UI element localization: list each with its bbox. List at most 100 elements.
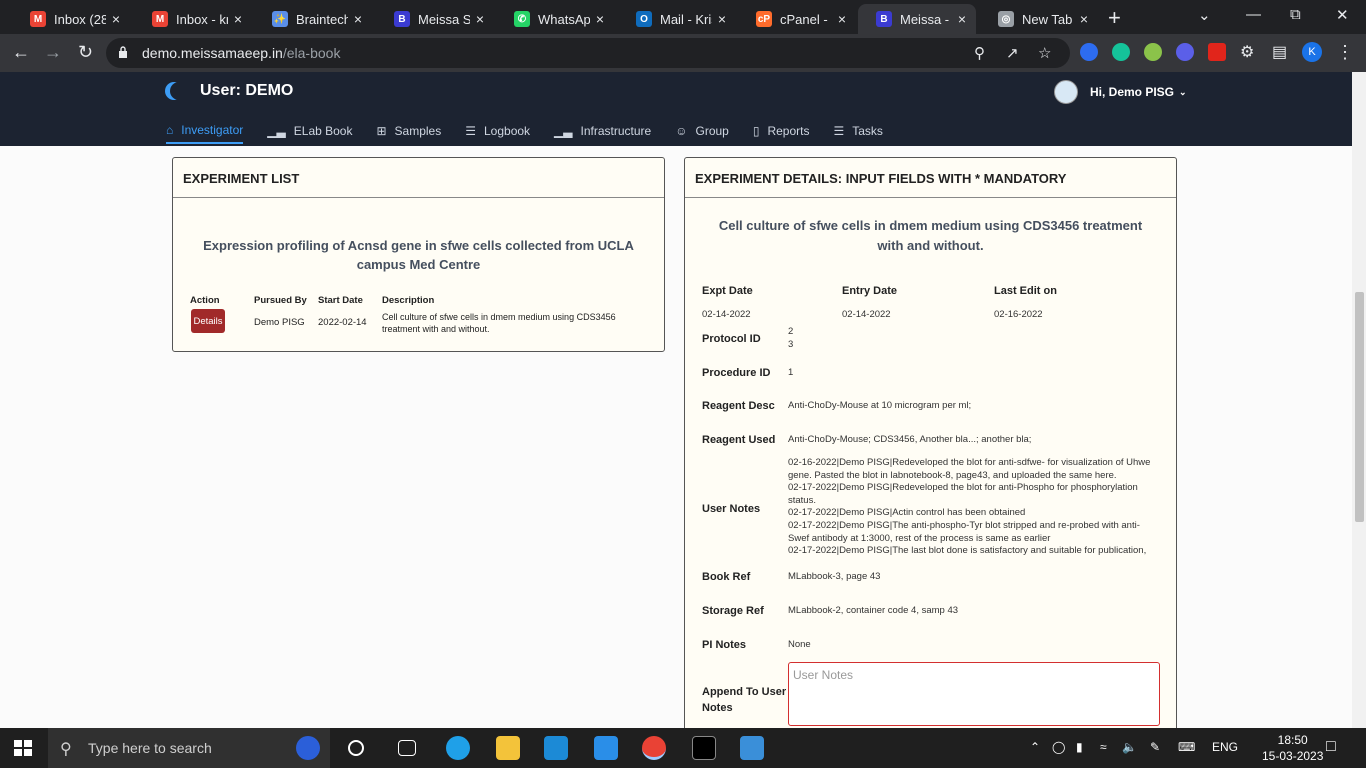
description-cell: Cell culture of sfwe cells in dmem mediu…: [382, 312, 616, 334]
tray-icon[interactable]: ◯: [1052, 740, 1065, 754]
address-bar[interactable]: demo.meissamaeep.in/ela-book ⚲ ↗ ☆: [106, 38, 1070, 68]
new-tab-button[interactable]: +: [1108, 5, 1121, 31]
minimize-icon[interactable]: —: [1246, 6, 1261, 23]
menu-item-elab-book[interactable]: ▁▃ ELab Book: [267, 118, 352, 144]
brand: User: DEMO: [164, 82, 293, 100]
start-date-cell: 2022-02-14: [318, 317, 367, 328]
last-edit-value: 02-16-2022: [994, 309, 1043, 320]
close-tab-icon[interactable]: ×: [112, 11, 120, 27]
wifi-icon[interactable]: ≈: [1100, 740, 1107, 754]
zoom-extension-icon[interactable]: [1080, 43, 1098, 61]
more-menu-icon[interactable]: ⋮: [1336, 42, 1354, 63]
chrome-icon[interactable]: [642, 736, 666, 760]
edge-icon[interactable]: [446, 736, 470, 760]
restore-icon[interactable]: ⧉: [1290, 6, 1301, 23]
user-note-line: Swef antibody at 1:3000, rest of the pro…: [788, 532, 1051, 544]
clock-date: 15-03-2023: [1262, 749, 1324, 763]
menu-item-tasks[interactable]: ☰ Tasks: [833, 118, 882, 144]
chevron-down-icon[interactable]: ⌄: [1198, 6, 1211, 24]
reagent-used-value: Anti-ChoDy-Mouse; CDS3456, Another bla..…: [788, 434, 1032, 445]
grammarly-extension-icon[interactable]: [1112, 43, 1130, 61]
user-menu[interactable]: Hi, Demo PISG ⌄: [1054, 80, 1187, 104]
append-notes-textarea[interactable]: User Notes: [788, 662, 1160, 726]
browser-tab[interactable]: B Meissa Sof ×: [376, 4, 494, 34]
puzzle-icon[interactable]: ⚙: [1240, 42, 1254, 62]
vscode-icon[interactable]: [594, 736, 618, 760]
sidebar-icon[interactable]: ▤: [1272, 42, 1287, 62]
avatar[interactable]: [1054, 80, 1078, 104]
moon-icon[interactable]: [170, 82, 188, 100]
main-content: EXPERIMENT LIST Expression profiling of …: [0, 146, 1352, 728]
tab-title: WhatsApp: [538, 11, 590, 27]
storage-ref-label: Storage Ref: [702, 605, 764, 617]
windows-start-icon[interactable]: [14, 740, 32, 756]
mail-icon[interactable]: [544, 736, 568, 760]
language-indicator[interactable]: ENG: [1212, 740, 1238, 754]
browser-tab[interactable]: M Inbox (284 ×: [12, 4, 130, 34]
pen-icon[interactable]: ✎: [1150, 740, 1160, 754]
menu-item-group[interactable]: ☺ Group: [675, 118, 729, 144]
extension-icon[interactable]: [1144, 43, 1162, 61]
share-icon[interactable]: ↗: [1006, 44, 1019, 62]
close-window-icon[interactable]: ✕: [1336, 6, 1349, 24]
browser-tab[interactable]: ✆ WhatsApp ×: [496, 4, 614, 34]
browser-tab[interactable]: cP cPanel - M ×: [738, 4, 856, 34]
menu-item-reports[interactable]: ▯ Reports: [753, 118, 810, 144]
close-tab-icon[interactable]: ×: [596, 11, 604, 27]
close-tab-icon[interactable]: ×: [838, 11, 846, 27]
close-tab-icon[interactable]: ×: [354, 11, 362, 27]
close-tab-icon[interactable]: ×: [958, 11, 966, 27]
details-button[interactable]: Details: [191, 309, 225, 333]
browser-tab[interactable]: ✨ Braintech ×: [254, 4, 372, 34]
keyboard-icon[interactable]: ⌨: [1178, 740, 1195, 754]
scrollbar-thumb[interactable]: [1355, 292, 1364, 522]
terminal-icon[interactable]: [692, 736, 716, 760]
meissa-icon: B: [876, 11, 892, 27]
braintech-icon: ✨: [272, 11, 288, 27]
battery-icon[interactable]: ▮: [1076, 740, 1083, 754]
browser-tab[interactable]: B Meissa - B ×: [858, 4, 976, 34]
chevron-up-icon[interactable]: ⌃: [1030, 740, 1040, 754]
greeting[interactable]: Hi, Demo PISG: [1090, 85, 1174, 99]
menu-item-infrastructure[interactable]: ▁▃ Infrastructure: [554, 118, 651, 144]
close-tab-icon[interactable]: ×: [1080, 11, 1088, 27]
profile-avatar[interactable]: K: [1302, 42, 1322, 62]
volume-icon[interactable]: 🔈: [1122, 740, 1137, 754]
browser-tab[interactable]: M Inbox - kri ×: [134, 4, 252, 34]
menu-item-logbook[interactable]: ☰ Logbook: [465, 118, 530, 144]
menu-item-label: Tasks: [852, 124, 883, 138]
pdf-extension-icon[interactable]: [1208, 43, 1226, 61]
menu-item-label: Samples: [394, 124, 442, 138]
cortana-icon[interactable]: [296, 736, 320, 760]
photos-icon[interactable]: [740, 736, 764, 760]
taskbar-search[interactable]: ⚲ Type here to search: [48, 728, 330, 768]
bookmark-star-icon[interactable]: ☆: [1038, 44, 1051, 62]
gmail-icon: M: [152, 11, 168, 27]
page-scrollbar[interactable]: [1352, 72, 1366, 728]
back-arrow-icon[interactable]: ←: [12, 42, 30, 63]
close-tab-icon[interactable]: ×: [234, 11, 242, 27]
widgets-icon[interactable]: [398, 740, 416, 756]
notification-icon[interactable]: □: [1326, 738, 1336, 756]
close-tab-icon[interactable]: ×: [718, 11, 726, 27]
menu-item-label: Investigator: [181, 123, 244, 137]
tab-title: Mail - Krisl: [660, 11, 712, 27]
close-tab-icon[interactable]: ×: [476, 11, 484, 27]
browser-tab[interactable]: O Mail - Krisl ×: [618, 4, 736, 34]
menu-item-samples[interactable]: ⊞ Samples: [376, 118, 441, 144]
file-explorer-icon[interactable]: [496, 736, 520, 760]
file-icon: ▯: [752, 124, 760, 138]
menu-item-investigator[interactable]: ⌂ Investigator: [166, 118, 244, 144]
zoom-icon[interactable]: ⚲: [974, 44, 985, 62]
procedure-id-label: Procedure ID: [702, 367, 771, 379]
clock[interactable]: 18:50 15-03-2023: [1262, 732, 1323, 764]
extension-icon[interactable]: [1176, 43, 1194, 61]
append-notes-label: Append To User Notes: [702, 686, 787, 714]
browser-tab[interactable]: ◎ New Tab ×: [980, 4, 1098, 34]
forward-arrow-icon[interactable]: →: [44, 42, 62, 63]
procedure-id-value: 1: [788, 367, 794, 378]
user-note-line: 02-17-2022|Demo PISG|Redeveloped the blo…: [788, 482, 1138, 494]
reload-icon[interactable]: ↻: [78, 42, 93, 63]
chevron-down-icon[interactable]: ⌄: [1179, 87, 1187, 98]
task-view-icon[interactable]: [348, 740, 364, 756]
